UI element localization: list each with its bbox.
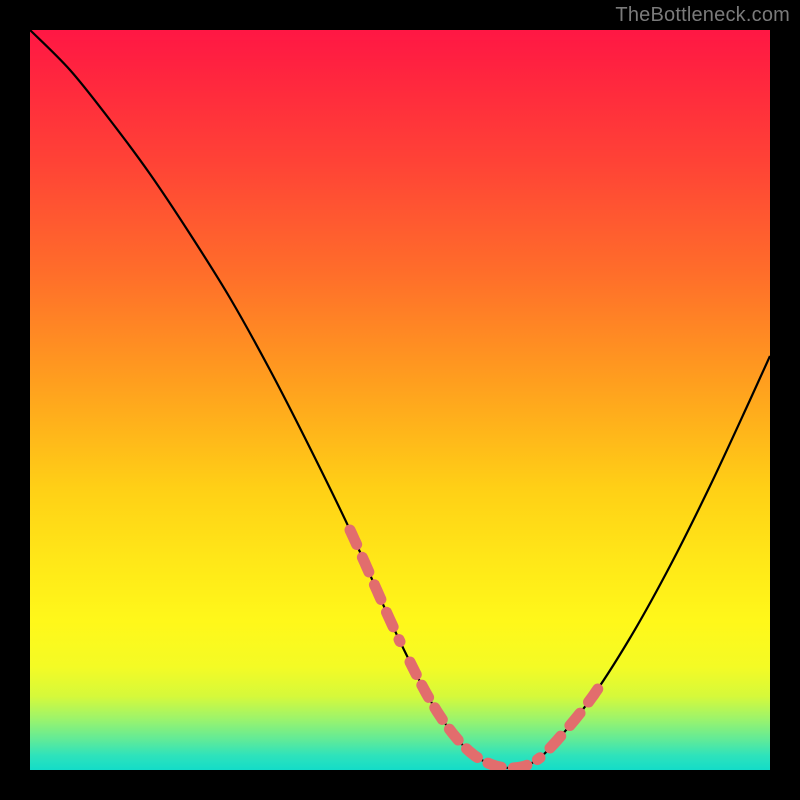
highlight-dash-floor — [410, 662, 540, 768]
highlight-dash-left — [350, 530, 400, 642]
watermark-label: TheBottleneck.com — [615, 4, 790, 27]
highlight-dash-right — [550, 686, 600, 748]
plot-area — [30, 30, 770, 770]
bottleneck-curve — [30, 30, 770, 768]
curve-layer — [30, 30, 770, 770]
chart-stage: TheBottleneck.com — [0, 0, 800, 800]
